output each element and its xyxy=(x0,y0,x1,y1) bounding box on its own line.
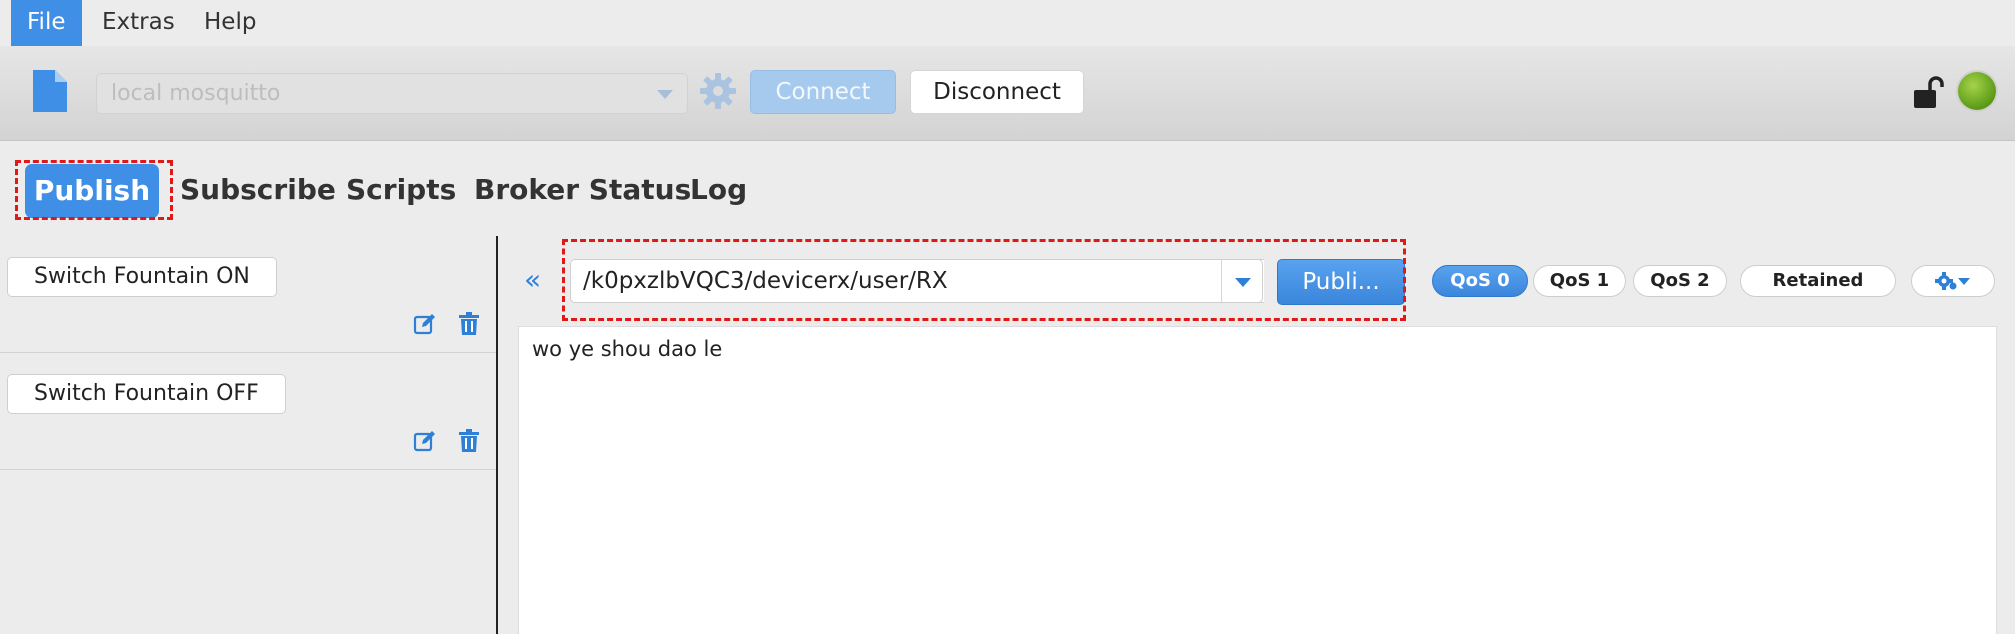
tab-log[interactable]: Log xyxy=(690,164,747,216)
disconnect-button[interactable]: Disconnect xyxy=(910,70,1084,114)
topic-input[interactable]: /k0pxzlbVQC3/devicerx/user/RX xyxy=(570,259,1264,303)
script-button-fountain-on[interactable]: Switch Fountain ON xyxy=(7,257,277,297)
chevron-down-icon xyxy=(657,90,673,99)
menu-file[interactable]: File xyxy=(11,0,82,46)
double-chevron-left-icon[interactable]: « xyxy=(524,264,541,296)
qos-2-toggle[interactable]: QoS 2 xyxy=(1633,265,1727,297)
tab-publish[interactable]: Publish xyxy=(25,164,159,218)
list-item: Switch Fountain OFF xyxy=(0,353,496,470)
lock-open-icon xyxy=(1912,74,1948,114)
script-button-fountain-off[interactable]: Switch Fountain OFF xyxy=(7,374,286,414)
edit-icon[interactable] xyxy=(413,312,437,340)
edit-icon[interactable] xyxy=(413,429,437,457)
file-icon[interactable] xyxy=(31,68,69,118)
publish-options-button[interactable] xyxy=(1911,265,1995,297)
settings-gear-icon xyxy=(1935,272,1970,290)
connection-toolbar: local mosquitto Connect Disconnect xyxy=(0,46,2015,141)
qos-1-toggle[interactable]: QoS 1 xyxy=(1533,265,1626,297)
publish-button[interactable]: Publi... xyxy=(1277,259,1405,305)
trash-icon[interactable] xyxy=(458,312,480,340)
topic-history-dropdown[interactable] xyxy=(1221,259,1263,303)
tab-subscribe[interactable]: Subscribe xyxy=(180,164,336,216)
connection-profile-value: local mosquitto xyxy=(111,81,281,106)
connect-button[interactable]: Connect xyxy=(750,70,896,114)
gear-icon[interactable] xyxy=(698,71,738,115)
list-item: Switch Fountain ON xyxy=(0,236,496,353)
tab-scripts[interactable]: Scripts xyxy=(346,164,456,216)
tab-broker-status[interactable]: Broker Status xyxy=(474,164,691,216)
connection-profile-select[interactable]: local mosquitto xyxy=(96,73,688,114)
qos-0-toggle[interactable]: QoS 0 xyxy=(1432,265,1528,297)
script-list-panel: Switch Fountain ON Switch Fountain OFF xyxy=(0,236,498,634)
menu-bar: File Extras Help xyxy=(0,0,2015,46)
chevron-down-icon xyxy=(1235,278,1251,287)
menu-help[interactable]: Help xyxy=(188,0,272,46)
connection-status-indicator xyxy=(1958,72,1996,110)
payload-text: wo ye shou dao le xyxy=(532,337,723,361)
payload-editor[interactable]: wo ye shou dao le xyxy=(518,326,1997,634)
retained-toggle[interactable]: Retained xyxy=(1740,265,1896,297)
trash-icon[interactable] xyxy=(458,429,480,457)
menu-extras[interactable]: Extras xyxy=(86,0,191,46)
